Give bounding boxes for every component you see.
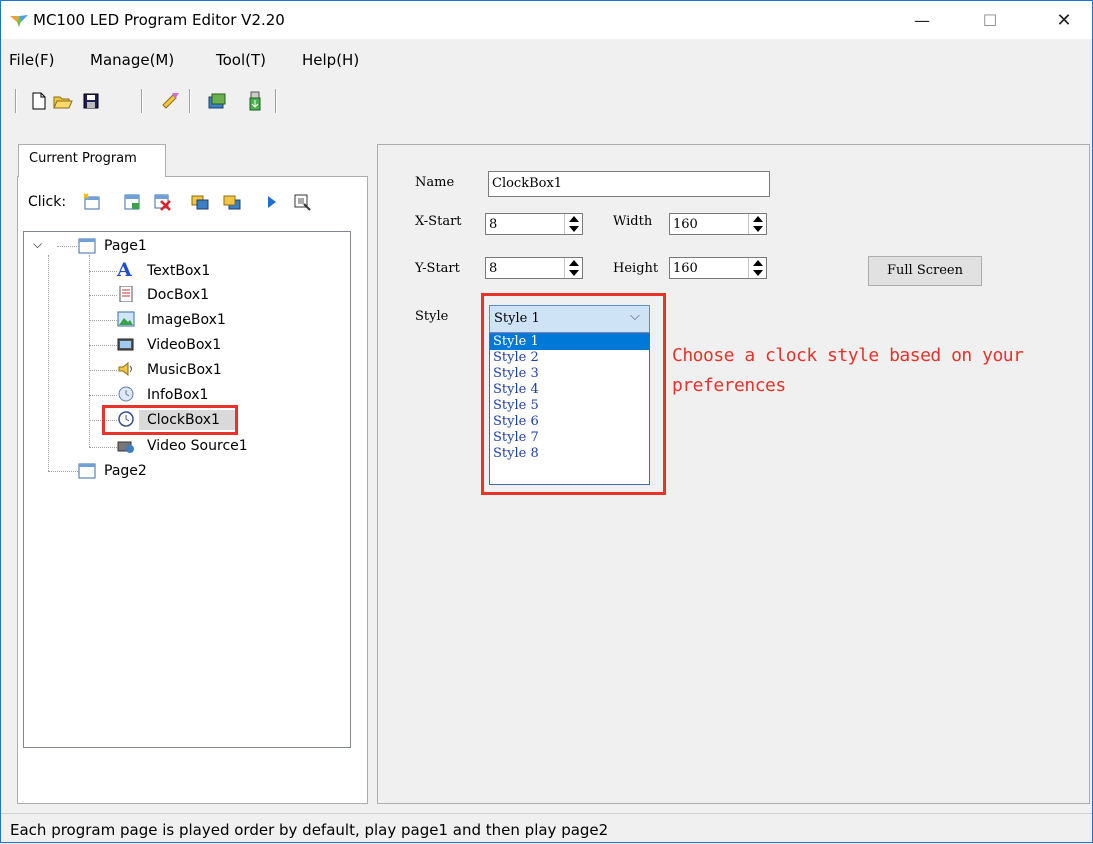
height-label: Height xyxy=(613,261,659,276)
move-down-icon[interactable] xyxy=(223,193,241,211)
tab-current-program[interactable]: Current Program xyxy=(18,144,166,177)
tree-connector xyxy=(89,370,117,371)
height-value: 160 xyxy=(673,261,698,276)
menu-bar: File(F) Manage(M) Tool(T) Help(H) xyxy=(1,39,1092,83)
toolbar-separator xyxy=(15,89,17,113)
height-stepper[interactable]: 160 xyxy=(669,257,767,279)
style-label: Style xyxy=(415,309,449,324)
program-tree xyxy=(23,231,351,748)
highlight-box xyxy=(481,293,666,495)
play-icon[interactable] xyxy=(263,193,281,211)
tree-item-videosource[interactable]: Video Source1 xyxy=(147,438,248,454)
ystart-stepper[interactable]: 8 xyxy=(485,257,583,279)
title-bar: MC100 LED Program Editor V2.20 — ☐ ✕ xyxy=(1,1,1092,39)
tree-item-videobox[interactable]: VideoBox1 xyxy=(147,337,221,353)
ystart-value: 8 xyxy=(489,261,498,276)
tree-item-musicbox[interactable]: MusicBox1 xyxy=(147,362,222,378)
delete-icon[interactable] xyxy=(153,193,171,211)
status-bar: Each program page is played order by def… xyxy=(1,813,1092,844)
annotation-line1: Choose a clock style based on your xyxy=(672,345,1024,366)
document-icon xyxy=(119,286,133,302)
add-page-icon[interactable] xyxy=(83,193,101,211)
tab-label: Current Program xyxy=(29,151,137,166)
text-box-icon: A xyxy=(117,259,132,281)
tree-item-imagebox[interactable]: ImageBox1 xyxy=(147,312,226,328)
tree-connector xyxy=(89,255,90,447)
full-screen-button[interactable]: Full Screen xyxy=(868,256,982,286)
open-folder-icon[interactable] xyxy=(53,91,73,111)
annotation-line2: preferences xyxy=(672,375,786,396)
music-icon xyxy=(118,361,132,377)
info-icon xyxy=(118,386,134,402)
name-value: ClockBox1 xyxy=(492,176,563,191)
close-button[interactable]: ✕ xyxy=(1041,1,1087,39)
tree-connector xyxy=(89,395,117,396)
add-area-icon[interactable] xyxy=(123,193,141,211)
click-label: Click: xyxy=(28,194,67,210)
tree-page1[interactable]: Page1 xyxy=(104,238,147,254)
screen-settings-icon[interactable] xyxy=(207,91,227,111)
tree-connector xyxy=(48,255,49,471)
ystart-label: Y-Start xyxy=(415,261,460,276)
toolbar-separator xyxy=(141,89,143,113)
video-source-icon xyxy=(117,441,134,453)
height-spin-icon[interactable] xyxy=(748,258,767,278)
tree-item-infobox[interactable]: InfoBox1 xyxy=(147,387,208,403)
send-program-icon[interactable] xyxy=(161,91,181,111)
menu-help[interactable]: Help(H) xyxy=(302,51,359,69)
toolbar-separator xyxy=(275,89,277,113)
width-spin-icon[interactable] xyxy=(748,214,767,234)
width-label: Width xyxy=(613,214,653,229)
tree-connector xyxy=(48,471,78,472)
name-field[interactable]: ClockBox1 xyxy=(488,171,770,197)
tree-item-textbox[interactable]: TextBox1 xyxy=(147,263,210,279)
menu-manage[interactable]: Manage(M) xyxy=(90,51,174,69)
tree-connector xyxy=(89,345,117,346)
preview-icon[interactable] xyxy=(293,193,311,211)
tree-item-docbox[interactable]: DocBox1 xyxy=(147,287,209,303)
menu-tool[interactable]: Tool(T) xyxy=(216,51,266,69)
app-window: MC100 LED Program Editor V2.20 — ☐ ✕ Fil… xyxy=(0,0,1093,843)
status-text: Each program page is played order by def… xyxy=(10,821,609,839)
width-stepper[interactable]: 160 xyxy=(669,213,767,235)
toolbar-separator xyxy=(189,89,191,113)
xstart-label: X-Start xyxy=(415,214,462,229)
save-icon[interactable] xyxy=(81,91,101,111)
menu-file[interactable]: File(F) xyxy=(9,51,54,69)
page-icon xyxy=(78,238,96,254)
xstart-spin-icon[interactable] xyxy=(564,214,583,234)
tree-connector xyxy=(89,271,117,272)
xstart-stepper[interactable]: 8 xyxy=(485,213,583,235)
tree-connector xyxy=(89,295,117,296)
maximize-button[interactable]: ☐ xyxy=(967,1,1013,39)
ystart-spin-icon[interactable] xyxy=(564,258,583,278)
tree-connector xyxy=(89,320,117,321)
video-icon xyxy=(117,338,134,351)
highlight-box xyxy=(102,405,238,435)
tree-connector xyxy=(89,447,117,448)
toolbar xyxy=(1,83,1092,119)
window-title: MC100 LED Program Editor V2.20 xyxy=(33,11,285,29)
minimize-button[interactable]: — xyxy=(899,1,945,39)
app-logo-icon xyxy=(10,15,28,27)
tree-page2[interactable]: Page2 xyxy=(104,463,147,479)
name-label: Name xyxy=(415,175,455,190)
new-file-icon[interactable] xyxy=(29,91,49,111)
tree-connector xyxy=(57,246,77,247)
chevron-down-icon[interactable]: ⌵ xyxy=(33,237,42,252)
page-icon xyxy=(78,463,96,479)
usb-export-icon[interactable] xyxy=(245,91,265,111)
move-up-icon[interactable] xyxy=(191,193,209,211)
image-icon xyxy=(117,311,135,327)
xstart-value: 8 xyxy=(489,217,498,232)
width-value: 160 xyxy=(673,217,698,232)
